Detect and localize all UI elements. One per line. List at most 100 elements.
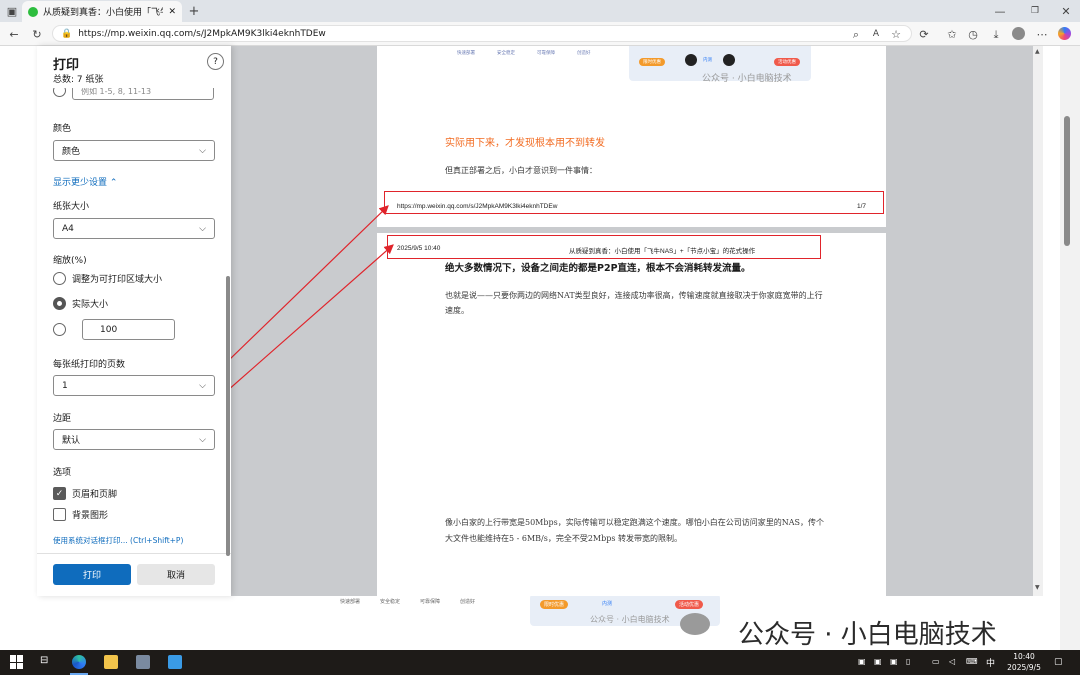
behind-watermark-small: 公众号 · 小白电脑技术 (590, 615, 670, 624)
print-settings-panel: 打印 总数: 7 纸张 ? 例如 1-5, 8, 11-13 颜色 颜色 ⌵ 显… (37, 46, 231, 596)
scale-custom-input[interactable]: 100 (82, 319, 175, 340)
wechat-favicon-icon (28, 6, 38, 17)
pages-per-sheet-select[interactable]: 1 ⌵ (53, 375, 215, 396)
notification-icon[interactable]: ▢ (1054, 657, 1063, 667)
annotation-header-box (387, 235, 821, 259)
address-toolbar: ← ↻ 🔒 https://mp.weixin.qq.com/s/J2MpkAM… (0, 22, 1080, 46)
scale-fit-option[interactable]: 调整为可打印区域大小 (53, 272, 162, 285)
maximize-icon[interactable]: ❐ (1027, 3, 1043, 19)
app-store-icon (685, 54, 697, 66)
clock-time: 10:40 (1013, 652, 1035, 661)
tab-title: 从质疑到真香：小白使用「飞牛N (43, 8, 164, 18)
header-footer-checkbox[interactable]: ✓ (53, 487, 66, 500)
scale-custom-radio[interactable] (53, 323, 66, 336)
paragraph-2: 也就是说——只要你两边的网络NAT类型良好，连接成功率很高，传输速度就直接取决于… (445, 291, 823, 315)
pages-custom-radio[interactable] (53, 88, 66, 97)
background-graphics-option[interactable]: 背景图形 (53, 508, 108, 521)
more-menu-icon[interactable]: ⋯ (1034, 26, 1050, 42)
page-scrollbar[interactable] (1064, 116, 1070, 246)
scale-label: 缩放(%) (53, 256, 87, 266)
paragraph-3: 像小白家的上行带宽是50Mbps，实际传输可以稳定跑满这个速度。哪怕小白在公司访… (445, 518, 824, 543)
sheet-count: 总数: 7 纸张 (53, 75, 104, 85)
behind-icon-label: 快速部署 (340, 599, 361, 605)
scale-custom-option: 100 (53, 319, 175, 340)
close-tab-icon[interactable]: ✕ (168, 7, 176, 17)
zoom-icon[interactable]: ⌕ (848, 26, 864, 42)
favorites-bar-icon[interactable]: ✩ (944, 26, 960, 42)
clock[interactable]: 10:40 2025/9/5 (1004, 651, 1044, 673)
preview-icon-label: 创造好 (577, 51, 591, 56)
pages-custom-row: 例如 1-5, 8, 11-13 (53, 88, 227, 103)
paper-size-select[interactable]: A4 ⌵ (53, 218, 215, 239)
preview-icon-label: 快速部署 (457, 51, 475, 56)
tray-app-icon[interactable]: ▣ (858, 657, 866, 666)
margins-select[interactable]: 默认 ⌵ (53, 429, 215, 450)
minimize-icon[interactable]: — (992, 3, 1008, 19)
tab-bar: ▣ 从质疑到真香：小白使用「飞牛N ✕ + — ❐ ✕ (0, 0, 1080, 22)
pages-per-sheet-label: 每张纸打印的页数 (53, 360, 126, 370)
scroll-up-icon[interactable]: ▲ (1035, 48, 1040, 55)
profile-avatar[interactable] (1012, 27, 1025, 40)
lock-icon: 🔒 (61, 28, 73, 39)
print-button[interactable]: 打印 (53, 564, 131, 585)
background-graphics-label: 背景图形 (72, 511, 109, 521)
behind-badge-left: 限时优惠 (540, 600, 569, 609)
color-select[interactable]: 颜色 ⌵ (53, 140, 215, 161)
scroll-down-icon[interactable]: ▼ (1035, 584, 1040, 591)
tray-bird-icon[interactable]: ▣ (874, 657, 882, 666)
paper-size-label: 纸张大小 (53, 202, 90, 212)
scale-actual-radio[interactable] (53, 297, 66, 310)
extensions-icon[interactable]: ⟳ (916, 26, 932, 42)
page-scroll-track (1060, 46, 1080, 650)
start-icon[interactable] (10, 655, 24, 669)
tray-usb-icon[interactable]: ▯ (906, 657, 910, 666)
scale-fit-radio[interactable] (53, 272, 66, 285)
edge-icon[interactable] (72, 655, 86, 669)
favorite-icon[interactable]: ☆ (888, 26, 904, 42)
tray-shield-icon[interactable]: ▣ (890, 657, 898, 666)
panel-scrollbar[interactable] (226, 276, 230, 556)
print-preview-pane: 快速部署 安全稳定 可靠保障 创造好 限时优惠 内测 活动优惠 公众号 · 小白… (231, 46, 1043, 596)
download-icon[interactable]: ⤓ (988, 26, 1004, 42)
read-aloud-icon[interactable]: A (868, 26, 884, 42)
fewer-settings-label: 显示更少设置 (53, 178, 108, 188)
remote-desktop-icon[interactable] (136, 655, 150, 669)
volume-icon[interactable]: ◁ (949, 657, 955, 666)
back-icon[interactable]: ← (6, 26, 22, 42)
cancel-button[interactable]: 取消 (137, 564, 215, 585)
url-text: https://mp.weixin.qq.com/s/J2MpkAM9K3lki… (78, 28, 326, 39)
browser-tab[interactable]: 从质疑到真香：小白使用「飞牛N ✕ (22, 1, 182, 22)
chevron-down-icon: ⌵ (199, 223, 206, 234)
behind-icon-label: 安全稳定 (380, 599, 401, 605)
task-view-icon[interactable]: ⊟ (40, 655, 54, 669)
system-dialog-link[interactable]: 使用系统对话框打印... (Ctrl+Shift+P) (53, 535, 183, 546)
copilot-icon[interactable] (1058, 27, 1071, 40)
pages-custom-input[interactable]: 例如 1-5, 8, 11-13 (72, 88, 214, 100)
chevron-down-icon: ⌵ (199, 145, 206, 156)
refresh-icon[interactable]: ↻ (29, 26, 45, 42)
header-footer-label: 页眉和页脚 (72, 490, 118, 500)
behind-icon-row: 快速部署 安全稳定 可靠保障 创造好 (340, 598, 510, 618)
print-title: 打印 (53, 58, 80, 73)
chevron-down-icon: ⌵ (199, 434, 206, 445)
header-footer-option[interactable]: ✓ 页眉和页脚 (53, 487, 117, 500)
network-icon[interactable]: ▭ (932, 657, 940, 666)
color-label: 颜色 (53, 124, 72, 134)
close-window-icon[interactable]: ✕ (1058, 3, 1074, 19)
scale-actual-option[interactable]: 实际大小 (53, 297, 108, 310)
background-graphics-checkbox[interactable] (53, 508, 66, 521)
bird-app-icon[interactable] (168, 655, 182, 669)
preview-scroll-track: ▲ ▼ (1033, 46, 1043, 596)
address-input[interactable]: 🔒 https://mp.weixin.qq.com/s/J2MpkAM9K3l… (52, 25, 912, 42)
keyboard-icon[interactable]: ⌨ (966, 657, 978, 666)
history-icon[interactable]: ◷ (965, 26, 981, 42)
sidebar-toggle-icon[interactable]: ▣ (4, 3, 20, 19)
help-icon[interactable]: ? (207, 53, 224, 70)
ime-indicator[interactable]: 中 (986, 656, 995, 669)
margins-label: 边距 (53, 414, 72, 424)
panel-divider (37, 553, 231, 554)
file-explorer-icon[interactable] (104, 655, 118, 669)
new-tab-icon[interactable]: + (186, 3, 202, 19)
bold-line: 绝大多数情况下，设备之间走的都是P2P直连，根本不会消耗转发流量。 (445, 263, 751, 274)
fewer-settings-link[interactable]: 显示更少设置 ⌃ (53, 175, 117, 188)
